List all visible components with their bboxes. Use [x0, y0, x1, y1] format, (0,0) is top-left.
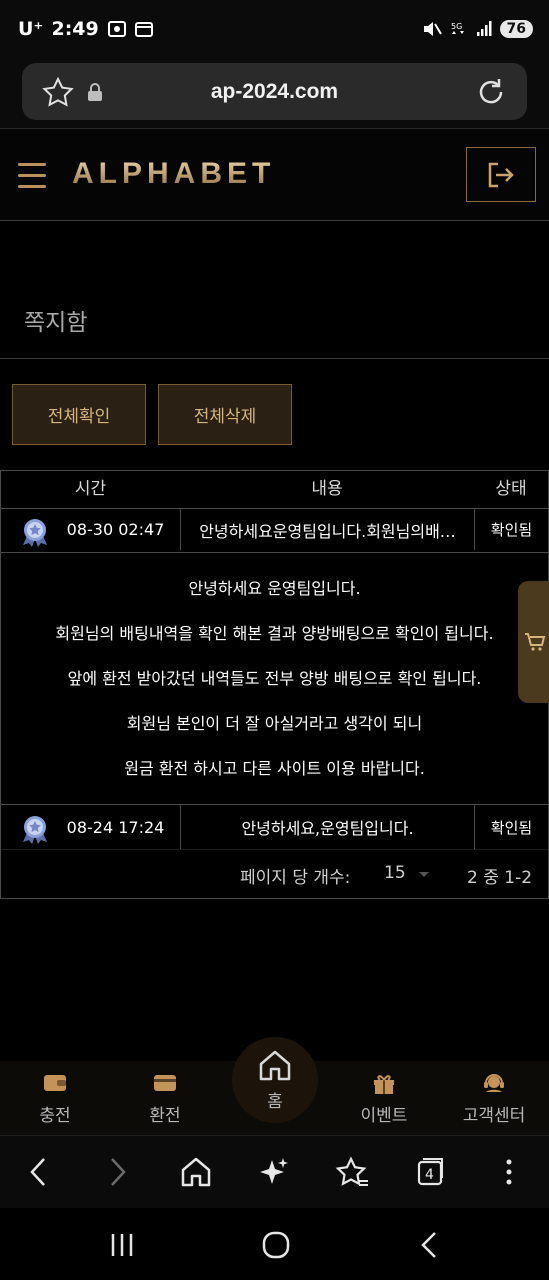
more-options-icon[interactable] — [499, 1156, 519, 1188]
delete-all-button[interactable]: 전체삭제 — [158, 384, 292, 445]
row-status: 확인됨 — [474, 509, 548, 550]
site-logo[interactable]: ALPHABET — [72, 157, 275, 191]
menu-icon[interactable] — [18, 163, 46, 189]
confirm-all-button[interactable]: 전체확인 — [12, 384, 146, 445]
home-icon[interactable] — [180, 1156, 212, 1188]
header-content: 내용 — [311, 479, 343, 499]
browser-toolbar: ap-2024.com — [0, 60, 549, 128]
screenshot-icon — [107, 21, 126, 37]
system-nav-bar — [0, 1208, 549, 1280]
back-icon[interactable] — [27, 1156, 49, 1188]
row-content[interactable]: 안녕하세요운영팀입니다.회원님의배… — [180, 509, 474, 550]
message-table: 시간 내용 상태 08-30 02:47 안녕하세요운영팀입니다.회원님의배… … — [0, 470, 549, 899]
detail-line: 앞에 환전 받아갔던 내역들도 전부 양방 배팅으로 확인 됩니다. — [67, 669, 482, 688]
detail-line: 원금 환전 하시고 다른 사이트 이용 바랍니다. — [124, 759, 425, 778]
nav-withdraw[interactable]: 환전 — [110, 1061, 220, 1135]
table-row[interactable]: 08-30 02:47 안녕하세요운영팀입니다.회원님의배… 확인됨 — [1, 508, 548, 550]
clock: 2:49 — [51, 18, 99, 40]
detail-line: 안녕하세요 운영팀입니다. — [188, 579, 361, 598]
medal-icon — [23, 519, 47, 547]
mute-icon — [423, 22, 442, 36]
page-range: 2 중 1-2 — [467, 868, 533, 888]
tabs-icon[interactable]: 4 — [414, 1156, 446, 1188]
medal-icon — [23, 816, 47, 844]
cart-icon — [525, 633, 546, 651]
sparkle-icon[interactable] — [258, 1156, 290, 1188]
bottom-nav: 충전 환전 홈 이벤트 고객센터 — [0, 1037, 549, 1135]
table-row[interactable]: 08-24 17:24 안녕하세요,운영팀입니다. 확인됨 — [1, 804, 548, 849]
header-status: 상태 — [495, 479, 527, 499]
nav-support[interactable]: 고객센터 — [439, 1061, 549, 1135]
per-page-select[interactable]: 15 — [384, 863, 406, 883]
bookmarks-icon[interactable] — [335, 1156, 369, 1188]
home-icon — [259, 1050, 291, 1081]
nav-event[interactable]: 이벤트 — [329, 1061, 439, 1135]
nav-support-label: 고객센터 — [462, 1106, 526, 1126]
logout-icon — [488, 162, 514, 187]
headset-icon — [484, 1074, 504, 1092]
per-page-label: 페이지 당 개수: — [240, 868, 351, 888]
battery-indicator: 76 — [499, 20, 533, 38]
header-time: 시간 — [74, 479, 107, 499]
row-status: 확인됨 — [474, 805, 548, 849]
page-title: 쪽지함 — [24, 310, 88, 336]
row-content[interactable]: 안녕하세요,운영팀입니다. — [180, 805, 474, 849]
nav-event-label: 이벤트 — [360, 1106, 408, 1126]
wallet-icon — [44, 1075, 66, 1091]
system-back-icon[interactable] — [418, 1231, 440, 1259]
5g-icon: 5G — [451, 22, 464, 34]
pagination: 페이지 당 개수: 15 2 중 1-2 — [1, 849, 548, 899]
nav-deposit[interactable]: 충전 — [0, 1061, 110, 1135]
nav-deposit-label: 충전 — [39, 1106, 71, 1126]
card-icon — [154, 1075, 176, 1091]
svg-text:5G: 5G — [451, 22, 462, 31]
row-time: 08-24 17:24 — [66, 817, 165, 837]
logout-button[interactable] — [466, 147, 536, 202]
status-bar: U⁺ 2:49 5G 76 — [0, 0, 549, 60]
nav-withdraw-label: 환전 — [149, 1106, 181, 1126]
browser-bottom-bar: 4 — [0, 1135, 549, 1208]
calendar-icon — [134, 22, 153, 37]
address-bar[interactable]: ap-2024.com — [22, 63, 527, 120]
system-home-icon[interactable] — [262, 1231, 290, 1259]
nav-home[interactable]: 홈 — [220, 1037, 330, 1135]
svg-text:4: 4 — [425, 1167, 434, 1183]
detail-line: 회원님의 배팅내역을 확인 해본 결과 양방배팅으로 확인이 됩니다. — [55, 624, 494, 643]
cart-tab[interactable] — [518, 581, 549, 703]
divider — [0, 358, 549, 359]
reload-icon[interactable] — [476, 77, 506, 107]
gift-icon — [374, 1075, 394, 1094]
signal-icon — [476, 21, 492, 36]
detail-line: 회원님 본인이 더 잘 아실거라고 생각이 되니 — [126, 714, 423, 733]
row-time: 08-30 02:47 — [66, 520, 165, 539]
message-detail: 안녕하세요 운영팀입니다. 회원님의 배팅내역을 확인 해본 결과 양방배팅으로… — [1, 552, 548, 804]
nav-home-label: 홈 — [267, 1092, 283, 1112]
chevron-down-icon[interactable] — [418, 871, 430, 879]
site-header: ALPHABET — [0, 128, 549, 221]
forward-icon[interactable] — [107, 1156, 129, 1188]
recent-apps-icon[interactable] — [108, 1232, 138, 1258]
carrier-label: U⁺ — [18, 18, 44, 40]
url-text[interactable]: ap-2024.com — [22, 80, 527, 104]
